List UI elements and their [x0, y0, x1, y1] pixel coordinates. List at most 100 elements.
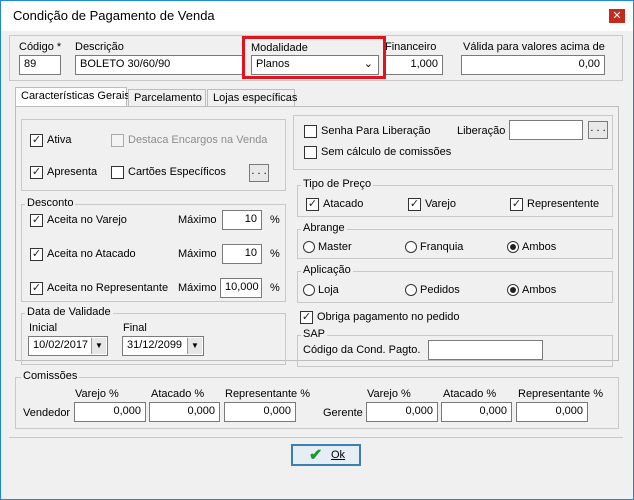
liberacao-more-button[interactable]: . . .: [588, 121, 608, 139]
gerente-label: Gerente: [323, 407, 363, 419]
aplicacao-title: Aplicação: [301, 264, 353, 276]
abrange-master-label: Master: [318, 241, 352, 253]
window-title: Condição de Pagamento de Venda: [13, 8, 215, 23]
obriga-checkbox[interactable]: ✓: [300, 311, 313, 324]
aplicacao-loja-radio[interactable]: [303, 284, 315, 296]
atacado-pct: %: [270, 248, 280, 260]
tab-caracteristicas[interactable]: Características Gerais: [15, 87, 130, 107]
inicial-date-value: 10/02/2017: [33, 339, 89, 351]
sap-codigo-field[interactable]: [428, 340, 543, 360]
liberacao-label: Liberação: [457, 125, 506, 137]
codigo-field[interactable]: 89: [19, 55, 61, 75]
tipo-varejo-label: Varejo: [425, 198, 456, 210]
representante-maximo-field[interactable]: 10,000: [220, 278, 262, 298]
tipo-representente-checkbox[interactable]: ✓: [510, 198, 523, 211]
ger-atacado-header: Atacado %: [443, 388, 497, 400]
apresenta-checkbox[interactable]: ✓: [30, 166, 43, 179]
sem-calculo-label: Sem cálculo de comissões: [321, 146, 452, 158]
check-icon: ✔: [309, 447, 323, 464]
ativa-label: Ativa: [47, 134, 72, 146]
ativa-checkbox[interactable]: ✓: [30, 134, 43, 147]
gerente-atacado-field[interactable]: 0,000: [441, 402, 512, 422]
aplicacao-ambos-radio[interactable]: [507, 284, 519, 296]
sap-codigo-label: Código da Cond. Pagto.: [303, 344, 421, 356]
aplicacao-ambos-label: Ambos: [522, 284, 557, 296]
aplicacao-pedidos-label: Pedidos: [420, 284, 460, 296]
footer-divider: [9, 437, 623, 438]
abrange-title: Abrange: [301, 222, 347, 234]
sem-calculo-checkbox[interactable]: [304, 146, 317, 159]
abrange-franquia-radio[interactable]: [405, 241, 417, 253]
varejo-maximo-label: Máximo: [178, 214, 217, 226]
close-button[interactable]: ✕: [609, 9, 625, 23]
tipo-preco-title: Tipo de Preço: [301, 178, 374, 190]
gerente-varejo-field[interactable]: 0,000: [366, 402, 438, 422]
vend-representante-header: Representante %: [225, 388, 310, 400]
vendedor-atacado-field[interactable]: 0,000: [149, 402, 220, 422]
destaca-checkbox[interactable]: [111, 134, 124, 147]
atacado-checkbox[interactable]: ✓: [30, 248, 43, 261]
abrange-ambos-label: Ambos: [522, 241, 557, 253]
ger-varejo-header: Varejo %: [367, 388, 411, 400]
dialog-window: Condição de Pagamento de Venda ✕ Código …: [0, 0, 634, 500]
ok-button[interactable]: ✔ Ok: [291, 444, 361, 466]
sap-title: SAP: [301, 328, 328, 340]
vendedor-representante-field[interactable]: 0,000: [224, 402, 296, 422]
vend-varejo-header: Varejo %: [75, 388, 119, 400]
abrange-ambos-radio[interactable]: [507, 241, 519, 253]
gerente-representante-field[interactable]: 0,000: [516, 402, 588, 422]
cartoes-more-button[interactable]: . . .: [249, 164, 269, 182]
aplicacao-loja-label: Loja: [318, 284, 339, 296]
vendedor-label: Vendedor: [23, 407, 71, 419]
cartoes-checkbox[interactable]: [111, 166, 124, 179]
cartoes-label: Cartões Específicos: [128, 166, 226, 178]
representante-pct: %: [270, 282, 280, 294]
vend-atacado-header: Atacado %: [151, 388, 205, 400]
tipo-varejo-checkbox[interactable]: ✓: [408, 198, 421, 211]
tab-lojas[interactable]: Lojas específicas: [207, 89, 297, 107]
varejo-checkbox[interactable]: ✓: [30, 214, 43, 227]
tab-parcelamento[interactable]: Parcelamento: [128, 89, 206, 107]
tipo-atacado-checkbox[interactable]: ✓: [306, 198, 319, 211]
obriga-label: Obriga pagamento no pedido: [317, 311, 460, 323]
senha-label: Senha Para Liberação: [321, 125, 431, 137]
modalidade-label: Modalidade: [251, 42, 308, 54]
representante-maximo-label: Máximo: [178, 282, 217, 294]
chevron-down-icon: ⌄: [363, 58, 373, 70]
final-label: Final: [123, 322, 147, 334]
varejo-label: Aceita no Varejo: [47, 214, 127, 226]
representante-checkbox[interactable]: ✓: [30, 282, 43, 295]
varejo-pct: %: [270, 214, 280, 226]
valida-field[interactable]: 0,00: [461, 55, 605, 75]
atacado-maximo-field[interactable]: 10: [222, 244, 262, 264]
descricao-label: Descrição: [75, 41, 124, 53]
financeiro-label: Financeiro: [385, 41, 437, 53]
final-dropdown-icon[interactable]: ▼: [187, 338, 202, 354]
general-group: [21, 119, 286, 191]
modalidade-value: Planos: [256, 58, 290, 70]
financeiro-field[interactable]: 1,000: [385, 55, 443, 75]
inicial-date-field[interactable]: 10/02/2017 ▼: [28, 336, 108, 356]
atacado-maximo-label: Máximo: [178, 248, 217, 260]
liberacao-field[interactable]: [509, 120, 583, 140]
title-bar: Condição de Pagamento de Venda ✕: [1, 1, 633, 31]
final-date-field[interactable]: 31/12/2099 ▼: [122, 336, 204, 356]
tipo-representente-label: Representente: [527, 198, 600, 210]
senha-checkbox[interactable]: [304, 125, 317, 138]
aplicacao-pedidos-radio[interactable]: [405, 284, 417, 296]
tipo-atacado-label: Atacado: [323, 198, 364, 210]
varejo-maximo-field[interactable]: 10: [222, 210, 262, 230]
inicial-dropdown-icon[interactable]: ▼: [91, 338, 106, 354]
comissoes-title: Comissões: [21, 370, 80, 382]
apresenta-label: Apresenta: [47, 166, 98, 178]
destaca-label: Destaca Encargos na Venda: [128, 134, 268, 146]
modalidade-select[interactable]: Planos ⌄: [251, 55, 379, 75]
ger-representante-header: Representante %: [518, 388, 603, 400]
abrange-master-radio[interactable]: [303, 241, 315, 253]
atacado-label: Aceita no Atacado: [47, 248, 136, 260]
final-date-value: 31/12/2099: [127, 339, 183, 351]
desconto-title: Desconto: [25, 197, 76, 209]
descricao-field[interactable]: BOLETO 30/60/90: [75, 55, 245, 75]
inicial-label: Inicial: [29, 322, 58, 334]
vendedor-varejo-field[interactable]: 0,000: [74, 402, 146, 422]
